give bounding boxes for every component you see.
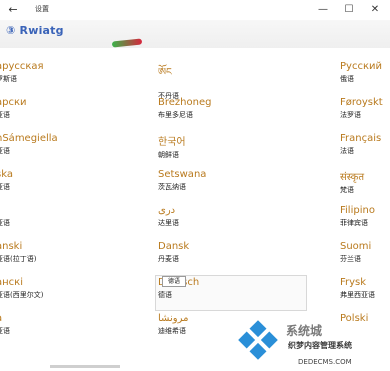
language-native-name: Polski	[340, 313, 369, 324]
language-item[interactable]: арски 亚语	[0, 97, 106, 120]
language-cn-name: 亚语(拉丁语)	[0, 255, 37, 263]
language-native-name: Suomi	[340, 241, 372, 252]
language-item[interactable]: Filipino 菲律宾语	[340, 205, 390, 228]
language-native-name: Filipino	[340, 205, 375, 216]
language-cn-name: 法语	[340, 147, 354, 155]
watermark-text: DEDECMS.COM	[298, 358, 352, 366]
language-item[interactable]: Русский 俄语	[340, 61, 390, 84]
language-native-name: Frysk	[340, 277, 367, 288]
tooltip: 德语	[162, 276, 186, 287]
watermark-logo-icon	[238, 320, 278, 360]
minimize-button[interactable]: —	[316, 3, 330, 17]
back-icon[interactable]: ←	[6, 3, 20, 17]
language-native-name: Føroyskt	[340, 97, 383, 108]
logo: ③ Rwiatg	[6, 24, 64, 37]
language-item[interactable]: Français 法语	[340, 133, 390, 156]
language-native-name: i	[0, 205, 106, 216]
language-native-name: 한국어	[158, 137, 186, 148]
language-item[interactable]: Frysk 弗里西亚语	[340, 277, 390, 300]
maximize-button[interactable]: ☐	[342, 3, 356, 17]
horizontal-scrollbar[interactable]	[50, 365, 120, 368]
language-native-name: ཨོང	[158, 67, 172, 78]
language-native-name: ska	[0, 169, 13, 180]
language-native-name: nSámegiella	[0, 133, 58, 144]
language-native-name: арски	[0, 97, 27, 108]
language-native-name: a	[0, 313, 106, 324]
language-item[interactable]: Suomi 芬兰语	[340, 241, 390, 264]
language-cn-name: 亚语	[0, 183, 10, 191]
window-title: 设置	[35, 5, 49, 13]
language-item[interactable]: Setswana 茨瓦纳语	[158, 169, 268, 192]
language-cn-name: 德语	[158, 291, 172, 299]
language-item[interactable]: ཨོང 不丹语	[158, 61, 268, 101]
language-item[interactable]: 한국어 朝鲜语	[158, 133, 268, 160]
language-cn-name: 弗里西亚语	[340, 291, 375, 299]
close-button[interactable]: ✕	[368, 3, 382, 17]
language-native-name: Dansk	[158, 241, 190, 252]
watermark-text: 系统城	[286, 324, 323, 338]
language-native-name: Brezhoneg	[158, 97, 212, 108]
language-cn-name: 达里语	[158, 219, 179, 227]
language-cn-name: 俄语	[340, 75, 354, 83]
language-cn-name: 芬兰语	[340, 255, 361, 263]
language-item[interactable]: nSámegiella 亚语	[0, 133, 106, 156]
language-item[interactable]: ska 亚语	[0, 169, 106, 192]
language-item[interactable]: арусская 罗斯语	[0, 61, 106, 84]
language-item[interactable]: Føroyskt 法罗语	[340, 97, 390, 120]
language-native-name: Setswana	[158, 169, 207, 180]
language-cn-name: 法罗语	[340, 111, 361, 119]
language-cn-name: 亚语	[0, 327, 10, 335]
language-item[interactable]: a 亚语	[0, 313, 106, 336]
language-cn-name: 丹麦语	[158, 255, 179, 263]
language-item[interactable]: i 亚语	[0, 205, 106, 228]
language-item[interactable]: دری 达里语	[158, 205, 268, 228]
language-cn-name: 梵语	[340, 186, 354, 194]
language-native-name: دری	[158, 205, 176, 216]
language-native-name: арусская	[0, 61, 44, 72]
language-native-name: Français	[340, 133, 382, 144]
language-native-name: संस्कृत	[340, 172, 365, 183]
language-item[interactable]: anski 亚语(拉丁语)	[0, 241, 106, 264]
language-native-name: анскi	[0, 277, 23, 288]
language-cn-name: 茨瓦纳语	[158, 183, 186, 191]
language-cn-name: 菲律宾语	[340, 219, 368, 227]
language-cn-name: 朝鲜语	[158, 151, 179, 159]
language-cn-name: 亚语	[0, 111, 10, 119]
language-item[interactable]: Polski	[340, 313, 390, 326]
language-native-name: anski	[0, 241, 23, 252]
language-cn-name: 布里多尼语	[158, 111, 193, 119]
language-cn-name: 罗斯语	[0, 75, 17, 83]
language-item[interactable]: Dansk 丹麦语	[158, 241, 268, 264]
language-cn-name: 亚语	[0, 147, 10, 155]
title-bar: ← 设置 — ☐ ✕	[0, 0, 390, 20]
language-cn-name: 亚语	[0, 219, 10, 227]
language-cn-name: 亚语(西里尔文)	[0, 291, 44, 299]
language-item[interactable]: संस्कृत 梵语	[340, 169, 390, 195]
header-band: ③ Rwiatg	[0, 20, 390, 48]
language-native-name: Русский	[340, 61, 382, 72]
language-item[interactable]: Brezhoneg 布里多尼语	[158, 97, 268, 120]
language-item[interactable]: анскi 亚语(西里尔文)	[0, 277, 106, 300]
watermark-text: 织梦内容管理系统	[288, 341, 352, 350]
